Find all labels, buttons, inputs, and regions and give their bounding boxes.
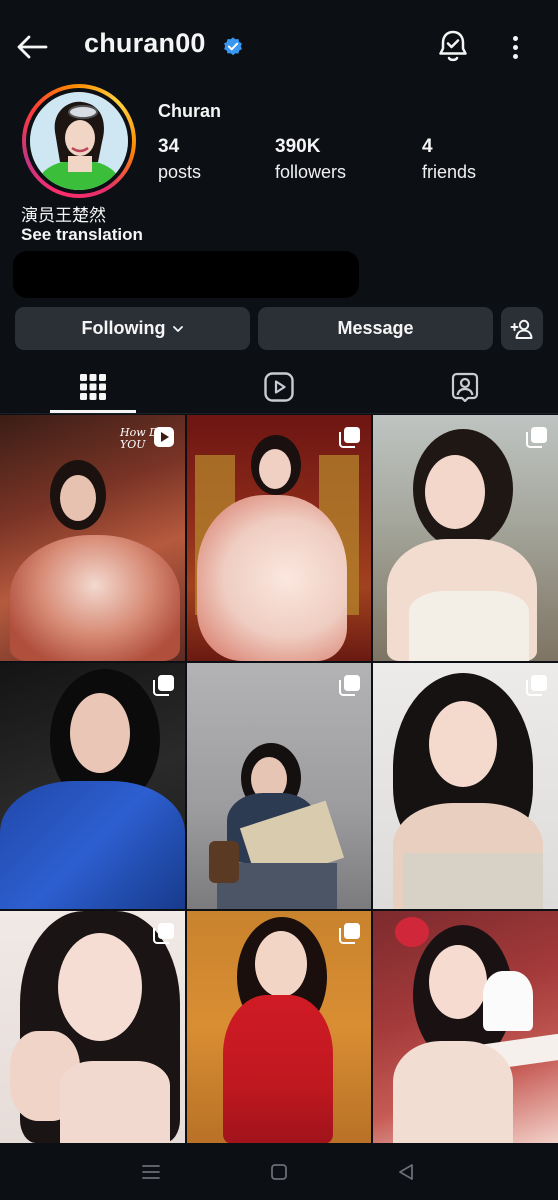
multiple-posts-icon <box>153 923 174 944</box>
post-tile[interactable] <box>373 663 558 909</box>
person-add-icon <box>510 319 533 339</box>
reels-icon <box>264 371 294 402</box>
tab-divider <box>0 413 558 414</box>
tagged-person-icon <box>451 372 479 402</box>
avatar-photo <box>30 92 128 190</box>
stat-label: followers <box>275 162 347 182</box>
top-bar: churan00 <box>0 0 558 92</box>
multiple-posts-icon <box>339 427 360 448</box>
tab-reels[interactable] <box>186 360 372 413</box>
profile-avatar[interactable] <box>22 84 136 198</box>
stat-friends[interactable]: 4 friends <box>422 136 476 183</box>
profile-tabs <box>0 360 558 413</box>
following-button[interactable]: Following <box>15 307 250 350</box>
see-translation-link[interactable]: See translation <box>21 225 143 245</box>
back-arrow-icon[interactable] <box>12 30 52 64</box>
tab-tagged[interactable] <box>372 360 558 413</box>
message-button[interactable]: Message <box>258 307 493 350</box>
triangle-back-icon[interactable] <box>391 1157 421 1187</box>
more-vertical-icon[interactable] <box>502 30 528 64</box>
multiple-posts-icon <box>339 923 360 944</box>
multiple-posts-icon <box>153 675 174 696</box>
grid-icon <box>80 373 106 400</box>
post-tile[interactable] <box>373 911 558 1143</box>
stat-label: friends <box>422 162 477 182</box>
reel-icon <box>154 427 174 447</box>
multiple-posts-icon <box>526 675 547 696</box>
stat-posts[interactable]: 34 posts <box>158 136 201 183</box>
bell-check-icon[interactable] <box>436 28 470 64</box>
following-label: Following <box>81 318 166 338</box>
post-tile[interactable] <box>373 415 558 661</box>
profile-username: churan00 <box>84 28 206 58</box>
post-tile[interactable] <box>187 415 371 661</box>
post-tile[interactable]: How Do YOU <box>0 415 185 661</box>
system-navigation-bar <box>0 1143 558 1200</box>
chevron-down-icon <box>173 325 184 332</box>
profile-bio: 演员王楚然 <box>21 206 106 225</box>
post-tile[interactable] <box>187 663 371 909</box>
display-name: Churan <box>158 101 221 121</box>
verified-badge-icon <box>224 37 242 56</box>
posts-grid: How Do YOU <box>0 415 558 1143</box>
post-tile[interactable] <box>0 911 185 1143</box>
multiple-posts-icon <box>526 427 547 448</box>
add-user-button[interactable] <box>501 307 543 350</box>
stat-label: posts <box>158 162 202 182</box>
tab-grid[interactable] <box>0 360 186 413</box>
stat-value: 4 <box>422 136 433 157</box>
stat-followers[interactable]: 390K followers <box>275 136 346 183</box>
menu-icon[interactable] <box>136 1157 166 1187</box>
message-label: Message <box>337 318 414 338</box>
redacted-block <box>13 251 359 298</box>
multiple-posts-icon <box>339 675 360 696</box>
square-home-icon[interactable] <box>264 1157 294 1187</box>
post-tile[interactable] <box>187 911 371 1143</box>
profile-page: churan00 Churan 34 posts 390K followers … <box>0 0 558 1200</box>
stat-value: 34 <box>158 136 180 157</box>
stat-value: 390K <box>275 136 321 157</box>
post-tile[interactable] <box>0 663 185 909</box>
